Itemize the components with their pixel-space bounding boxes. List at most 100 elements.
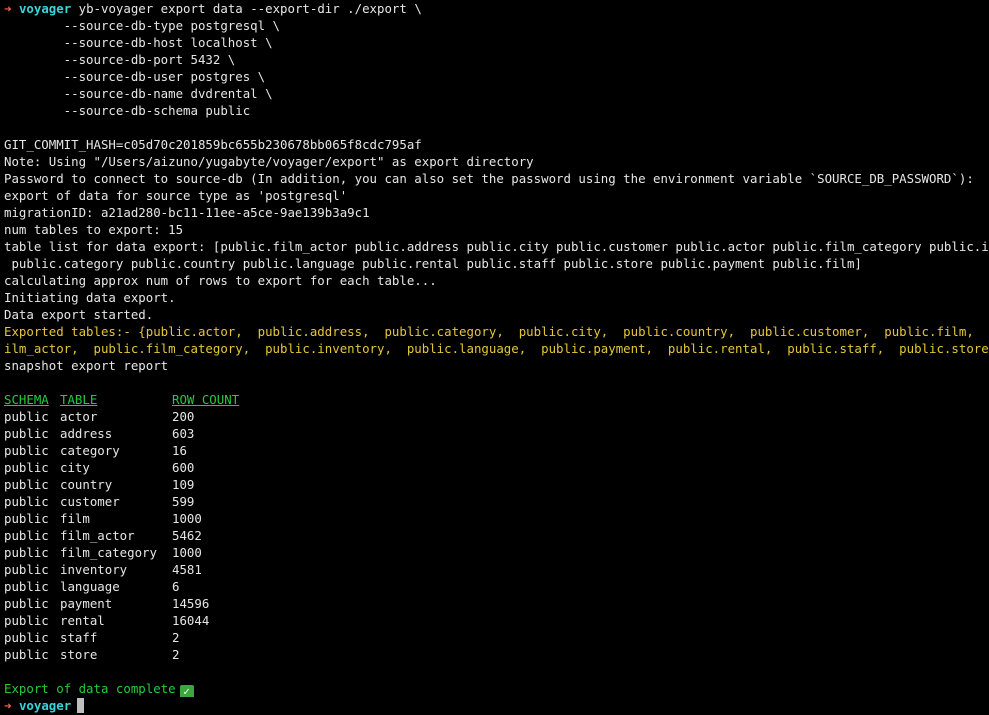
row-count: 2 — [172, 630, 180, 645]
row-count: 109 — [172, 477, 195, 492]
command-text: yb-voyager export data --export-dir ./ex… — [78, 1, 422, 16]
table-row: public rental 16044 — [4, 612, 989, 629]
command-arg: --source-db-user postgres \ — [4, 69, 266, 84]
table-row: public inventory 4581 — [4, 561, 989, 578]
migration-id-line: migrationID: a21ad280-bc11-11ee-a5ce-9ae… — [4, 205, 370, 220]
terminal-window[interactable]: ➜ voyager yb-voyager export data --expor… — [0, 0, 989, 715]
row-count: 5462 — [172, 528, 202, 543]
password-prompt: Password to connect to source-db (In add… — [4, 171, 974, 186]
row-schema: public — [4, 477, 49, 492]
check-mark-icon: ✓ — [179, 685, 194, 697]
prompt-arrow-icon: ➜ — [4, 698, 12, 713]
exported-tables-line: Exported tables:- {public.actor, public.… — [4, 324, 989, 339]
table-row: public country 109 — [4, 476, 989, 493]
report-header-row: SCHEMA TABLE ROW COUNT — [4, 391, 989, 408]
row-table-name: address — [60, 426, 113, 441]
table-row: public payment 14596 — [4, 595, 989, 612]
command-line: ➜ voyager yb-voyager export data --expor… — [4, 0, 989, 17]
header-row-count: ROW COUNT — [172, 392, 240, 407]
active-prompt-line[interactable]: ➜ voyager — [4, 697, 989, 714]
row-table-name: inventory — [60, 562, 128, 577]
complete-line: Export of data complete ✓ — [4, 680, 989, 697]
calculating-line: calculating approx num of rows to export… — [4, 273, 437, 288]
command-arg: --source-db-schema public — [4, 103, 251, 118]
row-schema: public — [4, 596, 49, 611]
table-list-line: table list for data export: [public.film… — [4, 239, 989, 254]
row-table-name: rental — [60, 613, 105, 628]
row-schema: public — [4, 494, 49, 509]
row-schema: public — [4, 545, 49, 560]
report-title: snapshot export report — [4, 358, 169, 373]
table-row: public language 6 — [4, 578, 989, 595]
row-table-name: payment — [60, 596, 113, 611]
table-row: public customer 599 — [4, 493, 989, 510]
row-count: 200 — [172, 409, 195, 424]
row-schema: public — [4, 443, 49, 458]
row-schema: public — [4, 528, 49, 543]
exported-tables-line-cont: ilm_actor, public.film_category, public.… — [4, 341, 989, 356]
export-dir-note: Note: Using "/Users/aizuno/yugabyte/voya… — [4, 154, 534, 169]
table-list-line-cont: public.category public.country public.la… — [4, 256, 862, 271]
table-row: public film 1000 — [4, 510, 989, 527]
header-table: TABLE — [60, 392, 98, 407]
row-count: 6 — [172, 579, 180, 594]
row-schema: public — [4, 409, 49, 424]
row-schema: public — [4, 647, 49, 662]
row-table-name: category — [60, 443, 120, 458]
table-row: public film_category 1000 — [4, 544, 989, 561]
prompt-directory: voyager — [18, 1, 72, 16]
row-schema: public — [4, 460, 49, 475]
header-schema: SCHEMA — [4, 392, 49, 407]
row-table-name: store — [60, 647, 98, 662]
row-count: 14596 — [172, 596, 210, 611]
command-arg: --source-db-type postgresql \ — [4, 18, 281, 33]
row-schema: public — [4, 426, 49, 441]
row-count: 2 — [172, 647, 180, 662]
row-schema: public — [4, 613, 49, 628]
row-count: 16044 — [172, 613, 210, 628]
row-table-name: film_category — [60, 545, 157, 560]
row-table-name: film_actor — [60, 528, 135, 543]
command-arg: --source-db-name dvdrental \ — [4, 86, 273, 101]
row-count: 600 — [172, 460, 195, 475]
source-type-line: export of data for source type as 'postg… — [4, 188, 348, 203]
row-schema: public — [4, 630, 49, 645]
prompt-directory: voyager — [18, 698, 72, 713]
row-count: 16 — [172, 443, 187, 458]
row-schema: public — [4, 511, 49, 526]
command-arg: --source-db-host localhost \ — [4, 35, 273, 50]
row-schema: public — [4, 562, 49, 577]
text-cursor[interactable] — [77, 698, 85, 713]
git-hash-line: GIT_COMMIT_HASH=c05d70c201859bc655b23067… — [4, 137, 422, 152]
table-row: public category 16 — [4, 442, 989, 459]
row-count: 4581 — [172, 562, 202, 577]
complete-text: Export of data complete — [4, 681, 176, 696]
row-schema: public — [4, 579, 49, 594]
started-line: Data export started. — [4, 307, 154, 322]
command-arg: --source-db-port 5432 \ — [4, 52, 236, 67]
row-count: 1000 — [172, 511, 202, 526]
row-table-name: film — [60, 511, 90, 526]
report-body: public actor 200 public address 603 public cate… — [4, 408, 989, 663]
prompt-arrow-icon: ➜ — [4, 1, 12, 16]
table-row: public actor 200 — [4, 408, 989, 425]
row-table-name: staff — [60, 630, 98, 645]
row-table-name: country — [60, 477, 113, 492]
table-row: public store 2 — [4, 646, 989, 663]
row-table-name: language — [60, 579, 120, 594]
table-row: public staff 2 — [4, 629, 989, 646]
table-row: public address 603 — [4, 425, 989, 442]
row-count: 1000 — [172, 545, 202, 560]
initiating-line: Initiating data export. — [4, 290, 176, 305]
num-tables-line: num tables to export: 15 — [4, 222, 184, 237]
table-row: public film_actor 5462 — [4, 527, 989, 544]
row-count: 603 — [172, 426, 195, 441]
row-count: 599 — [172, 494, 195, 509]
row-table-name: city — [60, 460, 90, 475]
row-table-name: actor — [60, 409, 98, 424]
table-row: public city 600 — [4, 459, 989, 476]
row-table-name: customer — [60, 494, 120, 509]
